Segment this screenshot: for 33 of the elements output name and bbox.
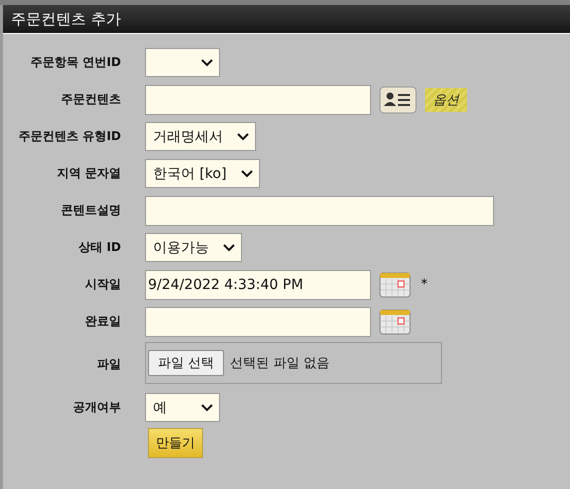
- field-label: 주문컨텐츠: [60, 91, 121, 108]
- field-label: 지역 문자열: [56, 165, 121, 182]
- caret-icon: [237, 132, 249, 140]
- window-title: 주문컨텐츠 추가: [3, 5, 570, 34]
- field-label: 주문항목 연번ID: [29, 54, 121, 71]
- option-tag[interactable]: 옵션: [425, 88, 467, 112]
- field-label: 콘텐트설명: [60, 202, 121, 219]
- field-label: 주문컨텐츠 유형ID: [17, 128, 121, 145]
- calendar-icon[interactable]: [379, 270, 413, 298]
- input-field[interactable]: [145, 84, 371, 114]
- field-label: 파일: [96, 356, 121, 373]
- input-field[interactable]: 9/24/2022 4:33:40 PM: [145, 270, 371, 300]
- dropdown[interactable]: 예: [145, 393, 220, 422]
- contact-card-icon[interactable]: [379, 84, 417, 114]
- dropdown[interactable]: [145, 48, 220, 77]
- create-button[interactable]: 만들기: [148, 428, 203, 458]
- field-label: 상태 ID: [77, 239, 121, 256]
- file-status: 선택된 파일 없음: [230, 355, 330, 372]
- dropdown[interactable]: 이용가능: [145, 233, 242, 262]
- field-label: 시작일: [84, 276, 121, 293]
- caret-icon: [223, 244, 235, 252]
- input-field[interactable]: [145, 306, 371, 336]
- caret-icon: [240, 170, 253, 178]
- dropdown[interactable]: 거래명세서: [145, 122, 256, 151]
- choose-file-button[interactable]: 파일 선택: [148, 350, 224, 376]
- caret-icon: [201, 404, 213, 412]
- dropdown[interactable]: 한국어 [ko]: [145, 159, 260, 188]
- calendar-icon[interactable]: [379, 308, 413, 336]
- field-label: 완료일: [84, 313, 121, 330]
- caret-icon: [201, 58, 213, 66]
- required-mark: *: [421, 277, 428, 292]
- field-label: 공개여부: [72, 399, 121, 416]
- input-field[interactable]: [145, 196, 494, 226]
